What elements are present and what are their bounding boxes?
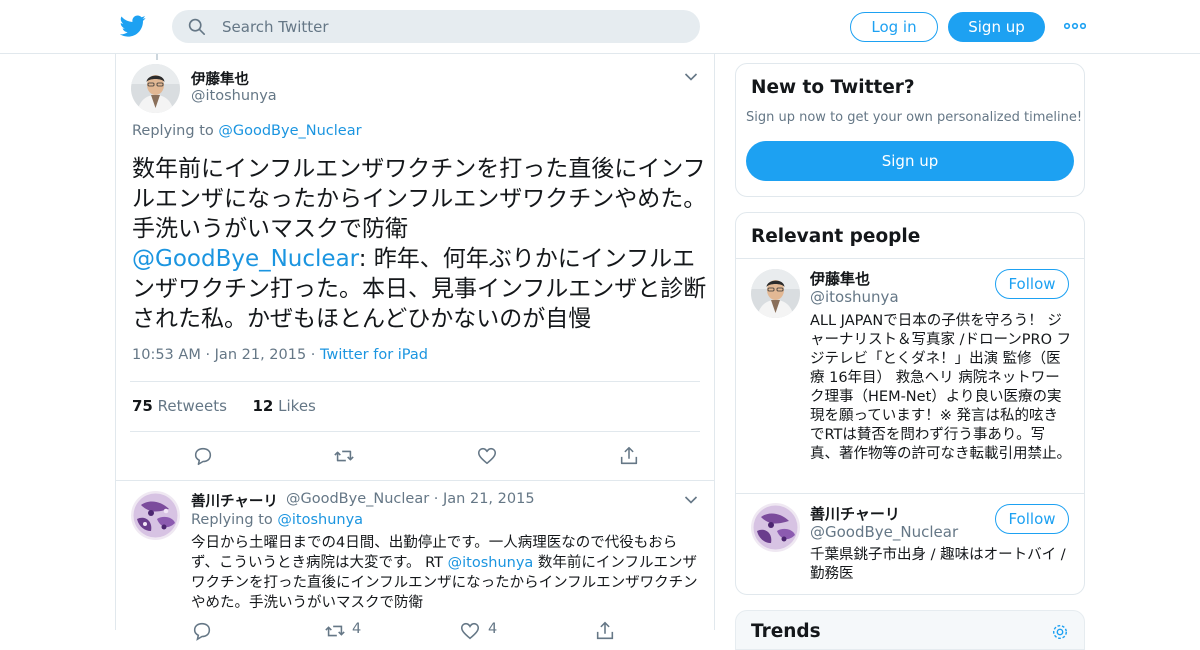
tweet-text: 数年前にインフルエンザワクチンを打った直後にインフルエンザになったからインフルエ… — [132, 154, 707, 334]
tweet-stats: 75 Retweets 12 Likes — [132, 397, 316, 415]
tweet-client-link[interactable]: Twitter for iPad — [320, 347, 428, 363]
search-icon — [188, 18, 206, 36]
more-options-icon[interactable] — [1064, 20, 1086, 32]
divider — [736, 493, 1084, 494]
reply-text: 今日から土曜日までの4日間、出勤停止です。一人病理医なので代役もおらず、こういう… — [191, 533, 701, 613]
top-bar: Log in Sign up — [0, 0, 1200, 54]
replying-handle-link[interactable]: @GoodBye_Nuclear — [218, 123, 361, 139]
follow-button[interactable]: Follow — [995, 504, 1069, 534]
signup-button[interactable]: Sign up — [948, 12, 1045, 42]
replying-prefix: Replying to — [191, 512, 278, 528]
replying-prefix: Replying to — [132, 123, 219, 139]
likes-count[interactable]: 12 — [253, 397, 274, 415]
gear-icon[interactable] — [1051, 623, 1069, 641]
reply-like-count[interactable]: 4 — [488, 621, 497, 637]
follow-button[interactable]: Follow — [995, 269, 1069, 299]
author-name[interactable]: 伊藤隼也 — [191, 68, 249, 89]
chevron-down-icon[interactable] — [684, 495, 698, 505]
thread-connector — [156, 54, 158, 60]
person-avatar[interactable] — [751, 503, 800, 552]
divider — [130, 381, 700, 382]
retweets-label[interactable]: Retweets — [158, 397, 227, 415]
search-input[interactable] — [222, 10, 682, 43]
person-photo-icon — [131, 64, 180, 113]
new-to-twitter-card: New to Twitter? Sign up now to get your … — [735, 63, 1085, 197]
dot-separator: · — [205, 347, 215, 363]
dot-separator: · — [310, 347, 321, 363]
login-button[interactable]: Log in — [850, 12, 938, 42]
person-name[interactable]: 伊藤隼也 — [810, 268, 870, 289]
like-icon[interactable] — [459, 620, 481, 642]
person-handle[interactable]: @GoodBye_Nuclear — [810, 523, 958, 541]
trends-title: Trends — [751, 621, 821, 642]
avatar[interactable] — [131, 491, 180, 540]
stained-tissue-icon — [751, 503, 800, 552]
reply-author-handle[interactable]: @GoodBye_Nuclear — [286, 491, 429, 507]
divider — [736, 258, 1084, 259]
like-icon[interactable] — [476, 445, 498, 467]
likes-label[interactable]: Likes — [278, 397, 316, 415]
divider — [116, 480, 714, 481]
tweet-text-part1: 数年前にインフルエンザワクチンを打った直後にインフルエンザになったからインフルエ… — [132, 156, 707, 242]
new-to-twitter-title: New to Twitter? — [751, 77, 915, 98]
reply-date[interactable]: Jan 21, 2015 — [443, 491, 535, 507]
replying-handle-link[interactable]: @itoshunya — [277, 512, 363, 528]
author-handle[interactable]: @itoshunya — [191, 88, 277, 104]
tweet-time[interactable]: 10:53 AM — [132, 347, 201, 363]
person-avatar[interactable] — [751, 269, 800, 318]
trends-card: Trends — [735, 610, 1085, 650]
relevant-people-card: Relevant people 伊藤隼也 @itoshunya Follow A… — [735, 212, 1085, 595]
person-name[interactable]: 善川チャーリ — [810, 503, 900, 524]
share-icon[interactable] — [618, 445, 640, 467]
chevron-down-icon[interactable] — [684, 72, 698, 82]
replying-to: Replying to @itoshunya — [191, 512, 363, 528]
reply-retweet-count[interactable]: 4 — [352, 621, 361, 637]
person-handle[interactable]: @itoshunya — [810, 288, 899, 306]
retweet-icon[interactable] — [324, 620, 346, 642]
retweet-icon[interactable] — [333, 445, 355, 467]
reply-meta: @GoodBye_Nuclear · Jan 21, 2015 — [286, 491, 535, 507]
person-bio: 千葉県銚子市出身 / 趣味はオートバイ / 勤務医 — [810, 547, 1066, 582]
retweets-count[interactable]: 75 — [132, 397, 153, 415]
person-photo-icon — [751, 269, 800, 318]
stained-tissue-icon — [131, 491, 180, 540]
share-icon[interactable] — [594, 620, 616, 642]
new-to-twitter-subtitle: Sign up now to get your own personalized… — [746, 110, 1083, 125]
quoted-handle-link[interactable]: @GoodBye_Nuclear — [132, 246, 359, 272]
reply-icon[interactable] — [191, 620, 213, 642]
tweet-date[interactable]: Jan 21, 2015 — [215, 347, 307, 363]
reply-mention-link[interactable]: @itoshunya — [448, 555, 534, 571]
tweet-meta: 10:53 AM · Jan 21, 2015 · Twitter for iP… — [132, 347, 428, 363]
divider — [130, 431, 700, 432]
dot-separator: · — [433, 491, 444, 507]
relevant-people-title: Relevant people — [751, 226, 921, 247]
timeline: 伊藤隼也 @itoshunya Replying to @GoodBye_Nuc… — [115, 54, 715, 641]
twitter-bird-icon[interactable] — [120, 13, 146, 39]
sidebar-signup-button[interactable]: Sign up — [746, 141, 1074, 181]
person-bio: ALL JAPANで日本の子供を守ろう！ ジャーナリスト＆写真家 /ドローンPR… — [810, 313, 1072, 462]
avatar[interactable] — [131, 64, 180, 113]
reply-icon[interactable] — [192, 445, 214, 467]
reply-author-name[interactable]: 善川チャーリ — [191, 490, 278, 511]
replying-to: Replying to @GoodBye_Nuclear — [132, 123, 362, 139]
search-box[interactable] — [172, 10, 700, 43]
